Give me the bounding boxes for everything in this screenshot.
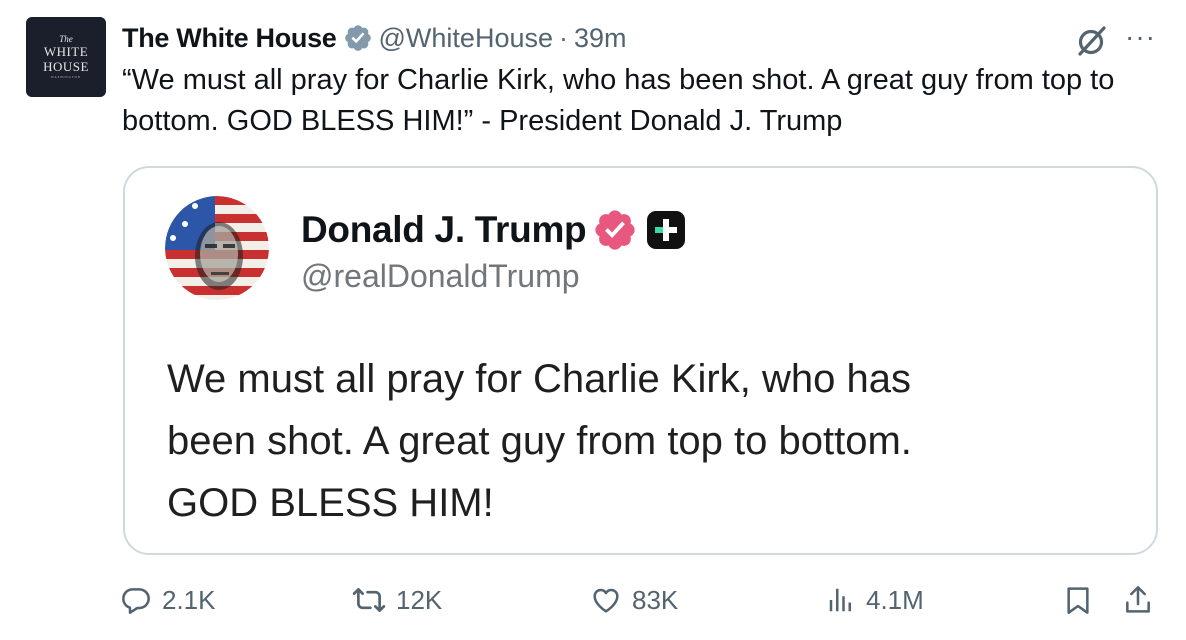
views-count: 4.1M: [866, 584, 924, 615]
author-name[interactable]: The White House: [122, 23, 337, 54]
tweet-top-actions: ···: [1073, 22, 1156, 60]
tweet-text: “We must all pray for Charlie Kirk, who …: [122, 64, 1115, 137]
header-separator: ·: [559, 22, 568, 53]
white-house-avatar[interactable]: The WHITE HOUSE WASHINGTON: [26, 17, 106, 97]
tweet-header: The White House @WhiteHouse · 39m: [122, 20, 627, 56]
reply-count: 2.1K: [162, 584, 216, 615]
views-button[interactable]: 4.1M: [826, 574, 924, 626]
trump-avatar[interactable]: [165, 196, 269, 300]
tweet-actions-bar: 2.1K 12K 83K 4.1M: [0, 574, 1186, 626]
verified-badge-icon: [343, 23, 373, 53]
repost-icon: [352, 588, 386, 612]
reply-button[interactable]: 2.1K: [120, 574, 216, 626]
like-button[interactable]: 83K: [590, 574, 678, 626]
like-count: 83K: [632, 584, 679, 615]
quoted-text-line: been shot. A great guy from top to botto…: [167, 419, 912, 463]
heart-icon: [593, 588, 619, 613]
grok-icon[interactable]: [1073, 22, 1111, 60]
repost-button[interactable]: 12K: [352, 574, 442, 626]
bookmark-button[interactable]: [1062, 574, 1094, 626]
quoted-post-text: We must all pray for Charlie Kirk, who h…: [167, 348, 1127, 534]
share-button[interactable]: [1122, 574, 1154, 626]
bookmark-icon: [1067, 587, 1089, 614]
quoted-author-name[interactable]: Donald J. Trump: [301, 209, 587, 251]
quoted-text-line: GOD BLESS HIM!: [167, 481, 494, 525]
repost-count: 12K: [396, 584, 443, 615]
more-icon[interactable]: ···: [1125, 23, 1156, 51]
avatar-line-white: WHITE: [43, 44, 89, 59]
plus-badge-icon: [646, 210, 686, 250]
verified-badge-icon: [592, 207, 638, 253]
author-handle[interactable]: @WhiteHouse: [379, 23, 553, 54]
avatar-line-washington: WASHINGTON: [51, 75, 81, 79]
share-icon: [1126, 586, 1150, 613]
quoted-post[interactable]: Donald J. Trump @realDonaldTrump We must…: [123, 166, 1158, 555]
quoted-author-handle[interactable]: @realDonaldTrump: [301, 258, 580, 295]
tweet-timestamp[interactable]: 39m: [574, 23, 627, 54]
reply-icon: [122, 588, 150, 614]
quoted-text-line: We must all pray for Charlie Kirk, who h…: [167, 357, 911, 401]
views-icon: [829, 588, 851, 612]
avatar-line-house: HOUSE: [43, 59, 89, 74]
avatar-line-the: The: [59, 34, 73, 44]
quoted-header: Donald J. Trump: [301, 206, 686, 254]
